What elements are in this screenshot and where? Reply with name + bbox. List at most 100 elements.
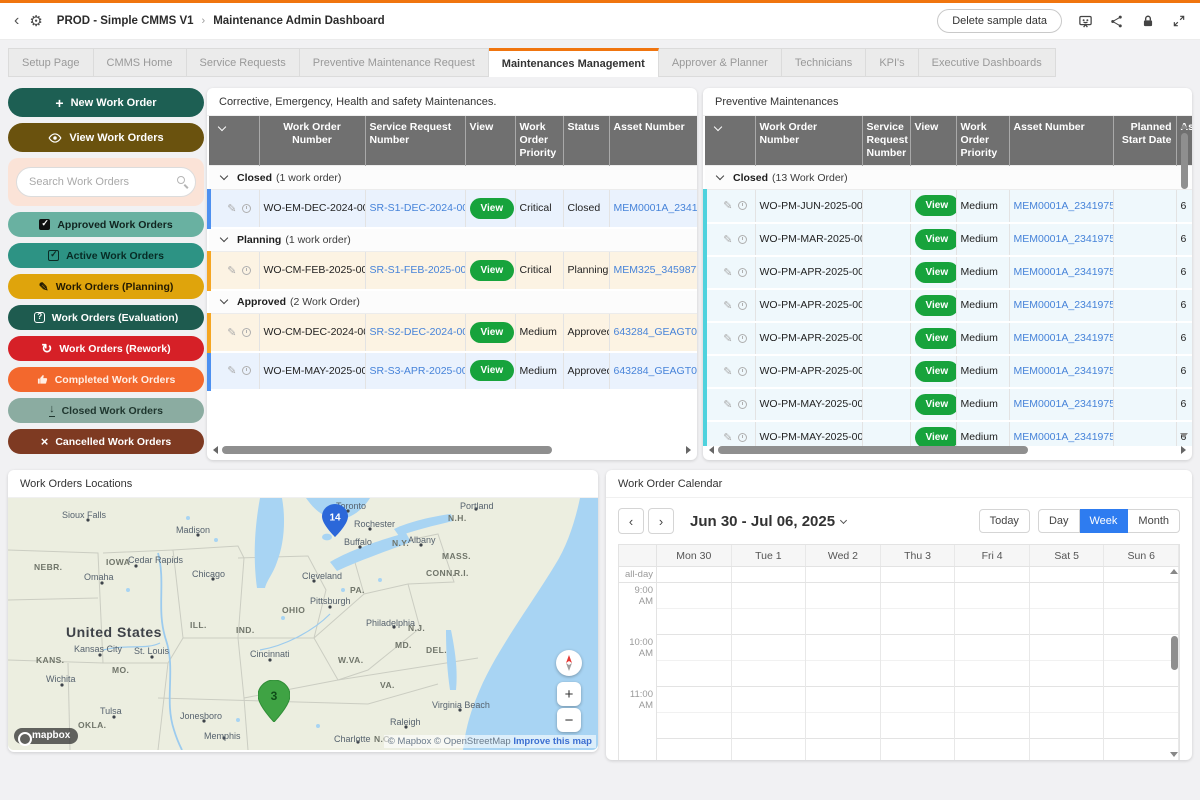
scroll-right-icon[interactable] [686, 446, 691, 454]
zoom-out-button[interactable]: − [557, 708, 581, 732]
share-icon[interactable] [1109, 14, 1124, 29]
tab-maintenances-management[interactable]: Maintenances Management [489, 48, 659, 77]
scrollbar-thumb[interactable] [222, 446, 552, 454]
calendar-cell[interactable] [1030, 567, 1105, 582]
history-icon[interactable] [738, 201, 747, 210]
col-asset-number[interactable]: Asset Number [1009, 116, 1113, 166]
calendar-cell[interactable] [657, 583, 732, 635]
edit-icon[interactable]: ✎ [723, 365, 732, 378]
cluster-marker-green[interactable]: 3 [258, 680, 290, 722]
day-header[interactable]: Wed 2 [806, 545, 881, 566]
view-button[interactable]: View [915, 229, 957, 250]
calendar-cell[interactable] [955, 635, 1030, 687]
view-button[interactable]: View [470, 322, 515, 343]
table-row[interactable]: ✎ WO-PM-MAY-2025-0002 View Medium MEM000… [705, 388, 1192, 421]
view-button[interactable]: View [470, 360, 515, 381]
delete-sample-data-button[interactable]: Delete sample data [937, 9, 1062, 33]
search-work-orders-input[interactable] [16, 167, 196, 197]
edit-icon[interactable]: ✎ [227, 202, 236, 215]
view-button[interactable]: View [915, 195, 957, 216]
scroll-up-icon[interactable] [1170, 569, 1178, 574]
asset-number-link[interactable]: MEM0001A_2341975009 [1009, 289, 1113, 322]
expand-all-chevron-icon[interactable] [705, 116, 755, 166]
day-header[interactable]: Mon 30 [657, 545, 732, 566]
col-view[interactable]: View [465, 116, 515, 166]
col-asset-number[interactable]: Asset Number [609, 116, 697, 166]
calendar-today-button[interactable]: Today [979, 509, 1030, 533]
col-view[interactable]: View [910, 116, 956, 166]
tab-technicians[interactable]: Technicians [782, 48, 866, 77]
scroll-down-icon[interactable] [1180, 433, 1188, 438]
calendar-cell[interactable] [732, 687, 807, 739]
calendar-cell[interactable] [955, 687, 1030, 739]
view-button[interactable]: View [470, 260, 515, 281]
tab-preventive-maintenance-request[interactable]: Preventive Maintenance Request [300, 48, 489, 77]
calendar-cell[interactable] [806, 567, 881, 582]
calendar-prev-button[interactable]: ‹ [618, 508, 644, 534]
calendar-range-dropdown[interactable]: Jun 30 - Jul 06, 2025 [690, 513, 846, 530]
asset-number-link[interactable]: MEM0001A_2341975009 [1009, 322, 1113, 355]
view-button[interactable]: View [915, 394, 957, 415]
calendar-cell[interactable] [1030, 635, 1105, 687]
col-work-order-number[interactable]: Work Order Number [755, 116, 862, 166]
scroll-right-icon[interactable] [1181, 446, 1186, 454]
view-button[interactable]: View [915, 361, 957, 382]
table-row[interactable]: ✎ WO-PM-MAY-2025-0003 View Medium MEM000… [705, 421, 1192, 447]
day-header[interactable]: Thu 3 [881, 545, 956, 566]
calendar-cell[interactable] [881, 567, 956, 582]
calendar-week-button[interactable]: Week [1080, 509, 1129, 533]
view-button[interactable]: View [915, 295, 957, 316]
edit-icon[interactable]: ✎ [723, 332, 732, 345]
improve-map-link[interactable]: Improve this map [513, 736, 592, 747]
view-button[interactable]: View [470, 198, 515, 219]
tab-cmms-home[interactable]: CMMS Home [94, 48, 187, 77]
asset-number-link[interactable]: MEM325_34598774 [609, 252, 697, 290]
asset-number-link[interactable]: MEM0001A_2341975009 [609, 190, 697, 228]
zoom-in-button[interactable]: + [557, 682, 581, 706]
calendar-cell[interactable] [1030, 739, 1105, 760]
table-row[interactable]: ✎ WO-EM-DEC-2024-0001 SR-S1-DEC-2024-000… [209, 190, 697, 228]
edit-icon[interactable]: ✎ [723, 431, 732, 444]
work-orders-rework-button[interactable]: ↻Work Orders (Rework) [8, 336, 204, 361]
calendar-cell[interactable] [1104, 583, 1179, 635]
col-work-order-priority[interactable]: Work Order Priority [956, 116, 1009, 166]
scrollbar-thumb[interactable] [1181, 133, 1188, 189]
cluster-marker-blue[interactable]: 14 [322, 504, 348, 537]
day-header[interactable]: Sat 5 [1030, 545, 1105, 566]
table-row[interactable]: ✎ WO-EM-MAY-2025-0001 SR-S3-APR-2025-000… [209, 352, 697, 390]
table-row[interactable]: ✎ WO-PM-APR-2025-0004 View Medium MEM000… [705, 355, 1192, 388]
compass-control[interactable] [556, 650, 582, 676]
history-icon[interactable] [738, 268, 747, 277]
tab-approver-planner[interactable]: Approver & Planner [659, 48, 782, 77]
calendar-cell[interactable] [657, 635, 732, 687]
active-work-orders-button[interactable]: Active Work Orders [8, 243, 204, 268]
calendar-cell[interactable] [1030, 583, 1105, 635]
table-row[interactable]: ✎ WO-PM-MAR-2025-0002 View Medium MEM000… [705, 223, 1192, 256]
calendar-cell[interactable] [955, 739, 1030, 760]
calendar-cell[interactable] [955, 567, 1030, 582]
edit-icon[interactable]: ✎ [723, 299, 732, 312]
calendar-cell[interactable] [881, 583, 956, 635]
scroll-left-icon[interactable] [709, 446, 714, 454]
asset-number-link[interactable]: MEM0001A_2341975009 [1009, 256, 1113, 289]
edit-icon[interactable]: ✎ [227, 364, 236, 377]
edit-icon[interactable]: ✎ [723, 398, 732, 411]
scroll-left-icon[interactable] [213, 446, 218, 454]
expand-all-chevron-icon[interactable] [209, 116, 259, 166]
scroll-up-icon[interactable] [1180, 124, 1188, 129]
view-button[interactable]: View [915, 328, 957, 349]
day-header[interactable]: Tue 1 [732, 545, 807, 566]
calendar-cell[interactable] [657, 567, 732, 582]
day-header[interactable]: Sun 6 [1104, 545, 1179, 566]
completed-work-orders-button[interactable]: Completed Work Orders [8, 367, 204, 392]
group-chevron-icon[interactable] [716, 171, 724, 179]
edit-icon[interactable]: ✎ [723, 233, 732, 246]
work-orders-evaluation-button[interactable]: Work Orders (Evaluation) [8, 305, 204, 330]
calendar-cell[interactable] [1104, 687, 1179, 739]
group-row-planning[interactable]: Planning(1 work order) [209, 228, 697, 252]
asset-number-link[interactable]: 643284_GEAGT09915 [609, 314, 697, 352]
calendar-cell[interactable] [806, 583, 881, 635]
edit-icon[interactable]: ✎ [227, 264, 236, 277]
calendar-cell[interactable] [732, 567, 807, 582]
closed-work-orders-button[interactable]: ↓Closed Work Orders [8, 398, 204, 423]
